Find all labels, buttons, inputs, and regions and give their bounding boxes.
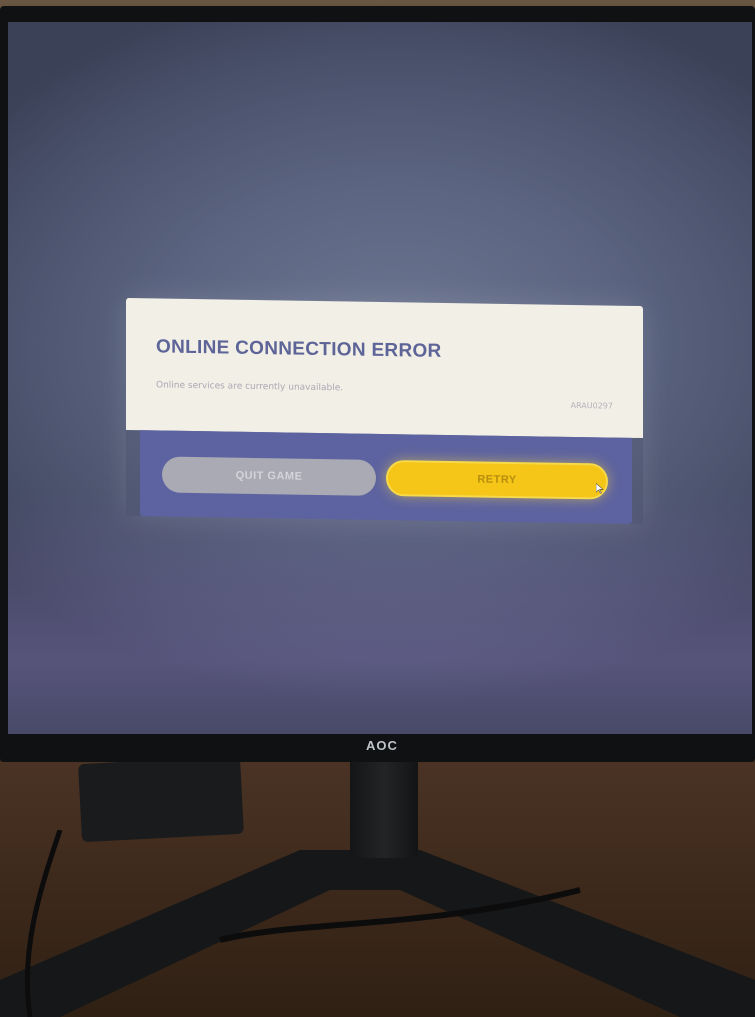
quit-game-button[interactable]: QUIT GAME	[162, 456, 376, 496]
dialog-message: Online services are currently unavailabl…	[156, 380, 344, 394]
screen-glow	[8, 492, 752, 734]
mouse-pointer-icon	[596, 483, 604, 494]
monitor-stand-base	[0, 830, 755, 1017]
retry-button[interactable]: RETRY	[386, 460, 608, 500]
retry-button-label: RETRY	[477, 473, 517, 487]
dialog-header-panel: ONLINE CONNECTION ERROR Online services …	[126, 297, 643, 439]
quit-game-button-label: QUIT GAME	[235, 469, 303, 483]
error-dialog: ONLINE CONNECTION ERROR Online services …	[126, 297, 643, 524]
error-code: ARAU0297	[570, 400, 613, 411]
monitor-stand-neck	[350, 748, 418, 858]
monitor-brand-logo: AOC	[366, 738, 398, 753]
dialog-title: ONLINE CONNECTION ERROR	[156, 336, 442, 362]
